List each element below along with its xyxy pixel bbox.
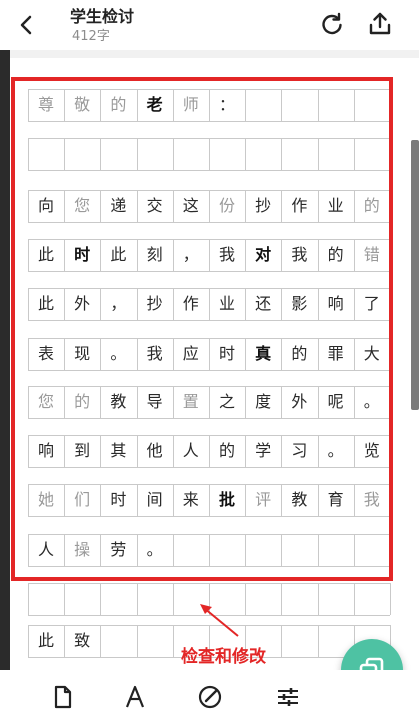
share-upload-icon[interactable] [366, 10, 394, 38]
grid-cell-char[interactable] [281, 625, 317, 657]
grid-cell-char[interactable] [245, 583, 281, 615]
document-icon[interactable] [50, 684, 76, 710]
grid-cell-char[interactable] [137, 583, 173, 615]
grid-cell-char[interactable]: 此 [28, 625, 64, 657]
edit-check-icon[interactable] [197, 684, 223, 710]
scrollbar[interactable] [411, 140, 419, 410]
grid-cell-char[interactable] [318, 583, 354, 615]
grid-cell-char[interactable] [100, 625, 136, 657]
bottom-toolbar [0, 670, 419, 720]
word-count: 412字 [72, 29, 110, 44]
back-arrow-icon[interactable] [14, 10, 40, 40]
top-bar: 学生检讨 412字 [0, 0, 419, 50]
paper-shadow-edge [0, 50, 10, 670]
grid-cell-char[interactable]: 致 [64, 625, 100, 657]
grid-cell-char[interactable] [64, 583, 100, 615]
grid-cell-char[interactable] [28, 583, 64, 615]
grid-cell-char[interactable] [281, 583, 317, 615]
settings-sliders-icon[interactable] [275, 684, 301, 710]
grid-column-line [390, 583, 391, 615]
page-title: 学生检讨 [70, 7, 135, 26]
grid-cell-char[interactable] [137, 625, 173, 657]
refresh-icon[interactable] [318, 10, 346, 38]
annotation-label: 检查和修改 [181, 647, 266, 667]
grid-cell-char[interactable] [100, 583, 136, 615]
highlight-box [11, 77, 393, 581]
arrow-icon [200, 604, 239, 637]
font-icon[interactable] [122, 684, 148, 710]
grid-cell-char[interactable] [354, 583, 390, 615]
